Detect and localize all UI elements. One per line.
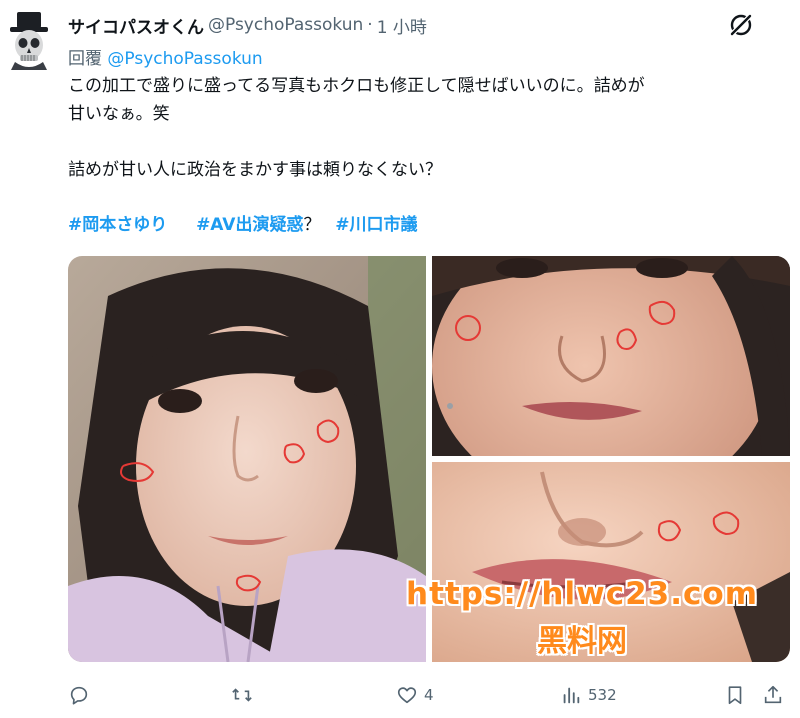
- views-button[interactable]: 532: [560, 680, 617, 710]
- bookmark-button[interactable]: [724, 680, 746, 710]
- hashtag-link[interactable]: #川口市議: [335, 215, 417, 235]
- like-button[interactable]: 4: [396, 680, 434, 710]
- photo-top-right[interactable]: [432, 256, 790, 456]
- reply-button[interactable]: [68, 680, 90, 710]
- heart-icon: [397, 687, 417, 704]
- retweet-icon: [232, 688, 252, 702]
- avatar[interactable]: [6, 12, 52, 70]
- hashtag-link[interactable]: #AV出演疑惑: [196, 215, 303, 235]
- tweet-text-blank: [68, 128, 780, 156]
- photo-left[interactable]: [68, 256, 426, 662]
- separator: ·: [367, 15, 373, 35]
- like-count: 4: [424, 686, 434, 704]
- timestamp[interactable]: 1 小時: [377, 13, 427, 38]
- display-name[interactable]: サイコパスオくん: [68, 13, 204, 38]
- media-grid: [68, 256, 790, 662]
- reply-icon: [70, 686, 88, 705]
- hashtag-row: #岡本さゆり #AV出演疑惑？ #川口市議: [68, 210, 418, 235]
- reply-prefix: 回覆: [68, 49, 102, 69]
- share-button[interactable]: [762, 680, 784, 710]
- tweet-text: この加工で盛りに盛ってる写真もホクロも修正して隠せばいいのに。詰めが 甘いなぁ。…: [68, 72, 780, 184]
- user-handle[interactable]: @PsychoPassokun: [208, 15, 363, 35]
- retweet-button[interactable]: [231, 680, 253, 710]
- hashtag-separator: ？: [303, 215, 321, 235]
- photo-bottom-right[interactable]: [432, 462, 790, 662]
- tweet-text-line: 甘いなぁ。笑: [68, 104, 170, 124]
- bookmark-icon: [728, 686, 742, 705]
- views-icon: [563, 687, 580, 704]
- views-count: 532: [588, 686, 617, 704]
- grok-icon[interactable]: [728, 12, 754, 38]
- reply-mention-link[interactable]: @PsychoPassokun: [107, 49, 262, 69]
- tweet-text-line: 詰めが甘い人に政治をまかす事は頼りなくない？: [68, 160, 442, 180]
- tweet-text-line: この加工で盛りに盛ってる写真もホクロも修正して隠せばいいのに。詰めが: [68, 76, 645, 96]
- action-bar: 4 532: [68, 680, 790, 710]
- reply-context: 回覆 @PsychoPassokun: [68, 44, 263, 69]
- tweet-header: サイコパスオくん @PsychoPassokun · 1 小時: [68, 12, 427, 38]
- share-icon: [764, 685, 782, 704]
- hashtag-link[interactable]: #岡本さゆり: [68, 215, 167, 235]
